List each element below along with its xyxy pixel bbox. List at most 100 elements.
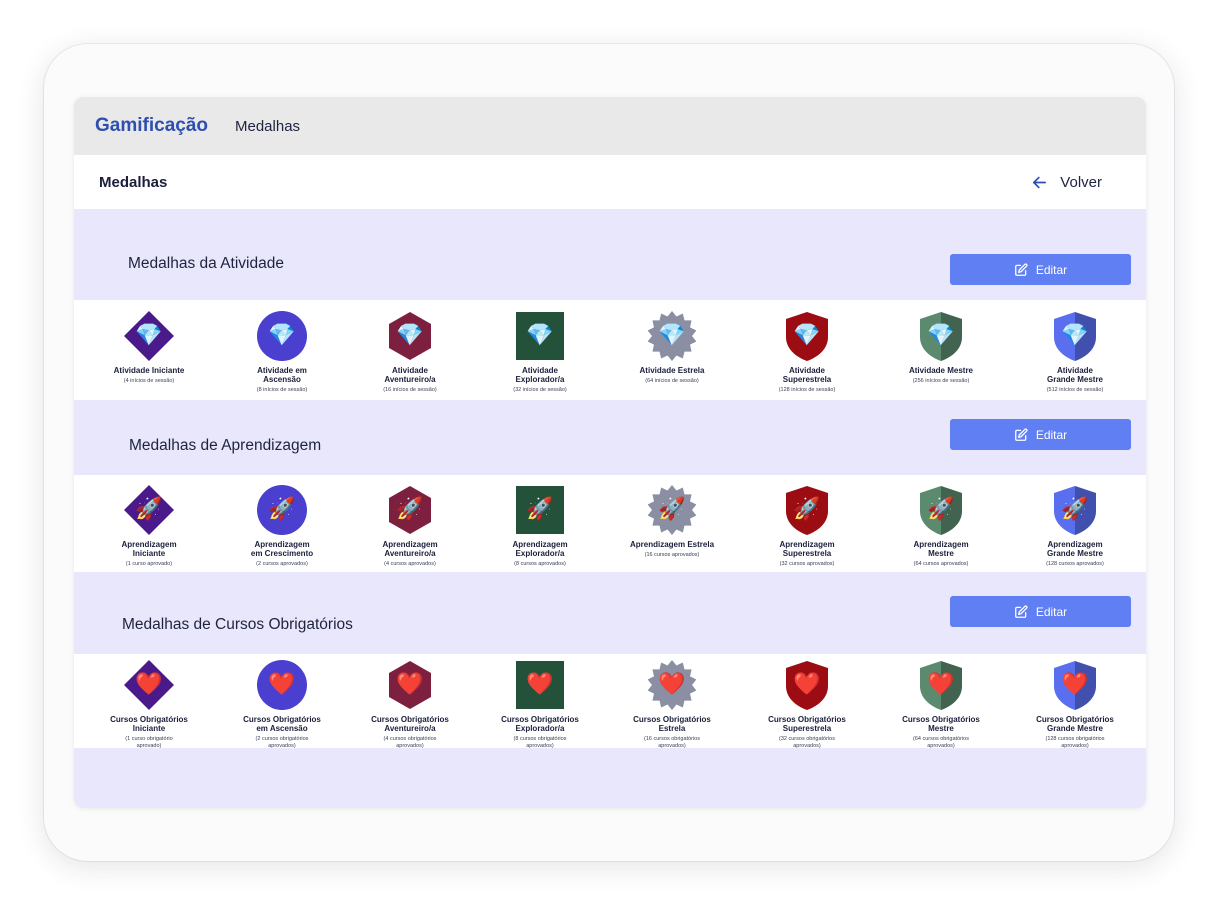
medal-requirement: (16 cursos aprovados) [644,551,700,558]
edit-button-activity[interactable]: Editar [950,254,1131,285]
medal-name: Aprendizagem Superestrela [779,540,835,558]
edit-button-mandatory[interactable]: Editar [950,596,1131,627]
medal-badge-shield-split: 💎 [1048,309,1102,363]
medal-name: Atividade em Ascensão [257,366,307,384]
medal-requirement: (1 curso aprovado) [125,560,173,567]
medal-card[interactable]: ❤️ Cursos Obrigatórios Explorador/a (8 cur… [475,658,605,749]
medal-name: Atividade Estrela [639,366,705,375]
medal-requirement: (4 inícios de sessão) [123,377,175,384]
medal-requirement: (64 inícios de sessão) [645,377,699,384]
medal-card[interactable]: 💎 Atividade Superestrela (128 inícios de s… [742,309,872,394]
rocket-icon: 🚀 [927,497,955,522]
edit-icon [1014,604,1028,618]
medal-name: Aprendizagem Mestre [913,540,969,558]
edit-button-learning[interactable]: Editar [950,419,1131,450]
section-title-mandatory: Medalhas de Cursos Obrigatórios [122,616,353,633]
medal-requirement: (64 cursos aprovados) [913,560,969,567]
medal-name: Cursos Obrigatórios Explorador/a [501,715,579,733]
page-title: Medalhas [99,173,168,191]
medal-card[interactable]: 💎 Atividade Mestre (256 inícios de sessão) [876,309,1006,385]
medal-card[interactable]: 🚀 Aprendizagem Aventureiro/a (4 cursos apr… [345,483,475,568]
medal-card[interactable]: 💎 Atividade Grande Mestre (512 inícios de … [1010,309,1140,394]
medal-badge-circle: 🚀 [255,483,309,537]
medal-badge-shield: ❤️ [780,658,834,712]
medal-badge-shield-split: ❤️ [1048,658,1102,712]
medal-badge-shield-split: 🚀 [1048,483,1102,537]
medal-card[interactable]: 🚀 Aprendizagem Estrela (16 cursos aprovado… [607,483,737,559]
medal-badge-diamond: 💎 [122,309,176,363]
medal-requirement: (32 inícios de sessão) [513,386,567,393]
medal-card[interactable]: 💎 Atividade em Ascensão (8 inícios de sess… [217,309,347,394]
medal-card[interactable]: 🚀 Aprendizagem Mestre (64 cursos aprovados… [876,483,1006,568]
medal-badge-shield-split: 🚀 [914,483,968,537]
back-button[interactable]: Volver [1031,174,1102,191]
diamond-gem-icon: 💎 [396,323,424,348]
medal-card[interactable]: 💎 Atividade Estrela (64 inícios de sessão) [607,309,737,385]
diamond-gem-icon: 💎 [1061,323,1089,348]
medal-card[interactable]: ❤️ Cursos Obrigatórios Estrela (16 cursos … [607,658,737,749]
medal-card[interactable]: 💎 Atividade Aventureiro/a (16 inícios de s… [345,309,475,394]
medal-name: Aprendizagem Grande Mestre [1046,540,1104,558]
medal-card[interactable]: ❤️ Cursos Obrigatórios Iniciante (1 curso … [84,658,214,749]
medal-badge-shield: 💎 [780,309,834,363]
medal-requirement: (4 cursos obrigatórios aprovados) [383,735,437,749]
medal-name: Atividade Aventureiro/a [384,366,436,384]
edit-icon [1014,427,1028,441]
heart-icon: ❤️ [396,672,424,697]
medal-card[interactable]: 🚀 Aprendizagem Grande Mestre (128 cursos a… [1010,483,1140,568]
diamond-gem-icon: 💎 [526,323,554,348]
page-header: Medalhas Volver [74,155,1146,209]
diamond-gem-icon: 💎 [135,323,163,348]
medal-name: Atividade Explorador/a [515,366,565,384]
diamond-gem-icon: 💎 [268,323,296,348]
medal-card[interactable]: 🚀 Aprendizagem Superestrela (32 cursos apr… [742,483,872,568]
medal-requirement: (8 cursos aprovados) [514,560,566,567]
medal-card[interactable]: ❤️ Cursos Obrigatórios em Ascensão (2 curs… [217,658,347,749]
medal-requirement: (16 inícios de sessão) [383,386,437,393]
medal-name: Aprendizagem Explorador/a [512,540,568,558]
app-window: Gamificação Medalhas Medalhas Volver Med… [74,97,1146,808]
medal-card[interactable]: 💎 Atividade Explorador/a (32 inícios de se… [475,309,605,394]
medal-badge-circle: ❤️ [255,658,309,712]
medal-name: Cursos Obrigatórios Estrela [633,715,711,733]
medal-card[interactable]: ❤️ Cursos Obrigatórios Aventureiro/a (4 cu… [345,658,475,749]
medal-badge-star: 🚀 [645,483,699,537]
medals-strip-learning: 🚀 Aprendizagem Iniciante (1 curso aprovado… [74,475,1146,572]
medal-card[interactable]: ❤️ Cursos Obrigatórios Mestre (64 cursos o… [876,658,1006,749]
medal-requirement: (2 cursos aprovados) [256,560,308,567]
medal-name: Aprendizagem Aventureiro/a [382,540,438,558]
medal-badge-hexagon: 💎 [383,309,437,363]
medal-card[interactable]: 💎 Atividade Iniciante (4 inícios de sessão… [84,309,214,385]
medal-badge-square: 🚀 [513,483,567,537]
medal-badge-diamond: ❤️ [122,658,176,712]
medals-strip-activity: 💎 Atividade Iniciante (4 inícios de sessão… [74,300,1146,400]
medal-requirement: (256 inícios de sessão) [912,377,970,384]
medals-strip-mandatory: ❤️ Cursos Obrigatórios Iniciante (1 curso … [74,654,1146,749]
medal-card[interactable]: ❤️ Cursos Obrigatórios Grande Mestre (128 … [1010,658,1140,749]
medal-name: Cursos Obrigatórios Mestre [902,715,980,733]
arrow-left-icon [1033,176,1047,188]
medal-badge-shield: 🚀 [780,483,834,537]
medal-card[interactable]: 🚀 Aprendizagem em Crescimento (2 cursos ap… [217,483,347,568]
rocket-icon: 🚀 [793,497,821,522]
medal-requirement: (8 cursos obrigatórios aprovados) [513,735,567,749]
medal-requirement: (16 cursos obrigatórios aprovados) [644,735,700,749]
medal-card[interactable]: ❤️ Cursos Obrigatórios Superestrela (32 cu… [742,658,872,749]
medal-requirement: (512 inícios de sessão) [1046,386,1104,393]
medal-card[interactable]: 🚀 Aprendizagem Explorador/a (8 cursos apro… [475,483,605,568]
section-title-learning: Medalhas de Aprendizagem [129,437,322,454]
medal-name: Cursos Obrigatórios Aventureiro/a [371,715,449,733]
medal-name: Atividade Superestrela [782,366,832,384]
heart-icon: ❤️ [927,672,955,697]
breadcrumb[interactable]: Medalhas [235,118,300,135]
brand-title[interactable]: Gamificação [95,115,208,137]
medal-requirement: (32 cursos aprovados) [779,560,835,567]
medal-name: Aprendizagem em Crescimento [250,540,314,558]
medal-card[interactable]: 🚀 Aprendizagem Iniciante (1 curso aprovado… [84,483,214,568]
medal-badge-hexagon: 🚀 [383,483,437,537]
medal-badge-square: ❤️ [513,658,567,712]
heart-icon: ❤️ [1061,672,1089,697]
medal-requirement: (128 inícios de sessão) [778,386,836,393]
medal-requirement: (32 cursos obrigatórios aprovados) [779,735,835,749]
rocket-icon: 🚀 [396,497,424,522]
